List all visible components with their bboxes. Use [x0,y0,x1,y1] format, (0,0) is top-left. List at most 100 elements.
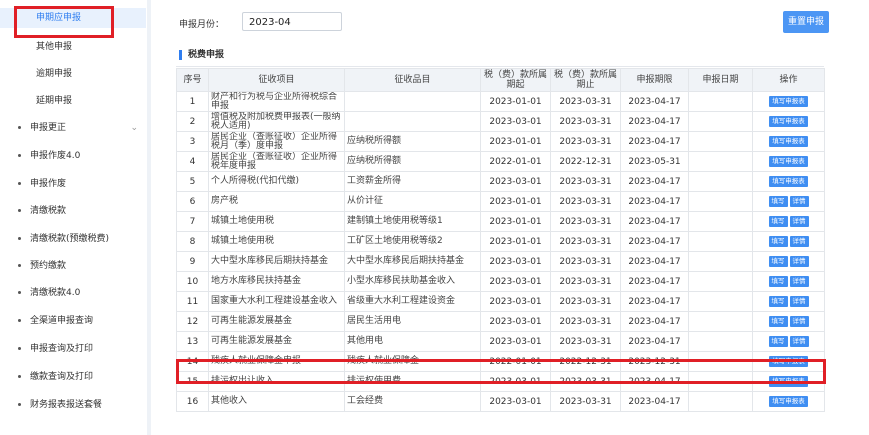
cell-date [688,131,753,152]
cell-end: 2023-03-31 [550,171,621,192]
fill-declaration-button[interactable]: 填写申报表 [769,136,808,147]
cell-date [688,311,753,332]
cell-date [688,191,753,212]
fill-declaration-button[interactable]: 填写申报表 [769,96,808,107]
cell-name: 从价计征 [344,191,481,212]
cell-item: 地方水库移民扶持基金 [208,271,345,292]
sidebar-item[interactable]: 逾期申报 [0,64,146,84]
sidebar-item[interactable]: 缴款查询及打印 [0,367,146,387]
sidebar-item[interactable]: 申报作废 [0,174,146,194]
table-row: 5 个人所得税(代扣代缴) 工资薪金所得 2023-03-01 2023-03-31 20… [176,171,825,192]
table-row: 12 可再生能源发展基金 居民生活用电 2023-03-01 2023-03-31 202… [176,311,825,332]
cell-ops: 填写申报表 [752,91,825,112]
cell-end: 2023-03-31 [550,231,621,252]
sidebar-item-label: 清缴税款(预缴税费) [30,234,110,244]
cell-name: 工会经费 [344,391,481,412]
detail-button[interactable]: 详情 [789,236,809,247]
sidebar-item[interactable]: 清缴税款(预缴税费) [0,229,146,249]
cell-name [344,91,481,112]
detail-button[interactable]: 详情 [789,296,809,307]
detail-button[interactable]: 详情 [789,276,809,287]
chevron-down-icon[interactable]: ⌄ [130,118,138,138]
cell-ops: 填写 详情 [752,311,825,332]
sidebar-item[interactable]: 申报查询及打印 [0,339,146,359]
sidebar-item[interactable]: 延期申报 [0,91,146,111]
table-row: 6 房产税 从价计征 2023-01-01 2023-03-31 2023-04-17 填写… [176,191,825,212]
fill-button[interactable]: 填写 [768,216,788,227]
cell-date [688,331,753,352]
cell-ops: 填写申报表 [752,111,825,132]
sidebar-scrollbar[interactable] [147,0,151,435]
sidebar-item-label: 申报查询及打印 [30,344,94,354]
detail-button[interactable]: 详情 [789,336,809,347]
cell-ops: 填写申报表 [752,151,825,172]
cell-start: 2022-01-01 [480,151,551,172]
table-row: 10 地方水库移民扶持基金 小型水库移民扶助基金收入 2023-03-01 2023-0… [176,271,825,292]
period-input[interactable]: 2023-04 [242,12,342,31]
fill-button[interactable]: 填写 [768,296,788,307]
sidebar-item[interactable]: 申报更正 ⌄ [0,118,146,138]
cell-start: 2023-01-01 [480,91,551,112]
cell-ops: 填写 详情 [752,251,825,272]
cell-start: 2023-01-01 [480,191,551,212]
fill-declaration-button[interactable]: 填写申报表 [769,156,808,167]
cell-start: 2023-03-01 [480,391,551,412]
cell-item: 国家重大水利工程建设基金收入 [208,291,345,312]
cell-start: 2023-03-01 [480,111,551,132]
sidebar-item-label: 其他申报 [36,42,73,52]
sidebar-item[interactable]: 清缴税款4.0 [0,283,146,303]
fill-declaration-button[interactable]: 填写申报表 [769,116,808,127]
sidebar-item-label: 申报作废4.0 [30,151,81,161]
fill-declaration-button[interactable]: 填写申报表 [769,176,808,187]
sidebar-item[interactable]: 申报作废4.0 [0,146,146,166]
cell-deadline: 2023-04-17 [620,91,689,112]
cell-ops: 填写申报表 [752,131,825,152]
cell-name: 应纳税所得额 [344,151,481,172]
table-row: 8 城镇土地使用税 工矿区土地使用税等级2 2023-01-01 2023-03-31 2… [176,231,825,252]
cell-seq: 12 [176,311,209,332]
section-title: 税费申报 [179,50,224,60]
col-header-deadline: 申报期限 [620,68,689,92]
sidebar-item-label: 清缴税款 [30,206,67,216]
fill-button[interactable]: 填写 [768,316,788,327]
cell-deadline: 2023-04-17 [620,291,689,312]
table-row: 13 可再生能源发展基金 其他用电 2023-03-01 2023-03-31 2023-… [176,331,825,352]
sidebar-item[interactable]: 预约缴款 [0,256,146,276]
fill-button[interactable]: 填写 [768,196,788,207]
cell-deadline: 2023-04-17 [620,391,689,412]
fill-button[interactable]: 填写 [768,276,788,287]
fill-button[interactable]: 填写 [768,256,788,267]
cell-item: 其他收入 [208,391,345,412]
sidebar-item[interactable]: 全渠道申报查询 [0,311,146,331]
sidebar-item[interactable]: 财务报表报送套餐 [0,395,146,415]
detail-button[interactable]: 详情 [789,216,809,227]
sidebar-item[interactable]: 清缴税款 [0,201,146,221]
cell-seq: 4 [176,151,209,172]
fill-button[interactable]: 填写 [768,336,788,347]
cell-item: 可再生能源发展基金 [208,311,345,332]
sidebar-item-label: 全渠道申报查询 [30,316,94,326]
cell-item: 可再生能源发展基金 [208,331,345,352]
detail-button[interactable]: 详情 [789,316,809,327]
detail-button[interactable]: 详情 [789,196,809,207]
cell-start: 2023-03-01 [480,271,551,292]
cell-deadline: 2023-04-17 [620,111,689,132]
sidebar-item-label: 财务报表报送套餐 [30,400,103,410]
col-header-ops: 操作 [752,68,825,92]
cell-ops: 填写 详情 [752,211,825,232]
sidebar-item[interactable]: 其他申报 [0,37,146,57]
fill-declaration-button[interactable]: 填写申报表 [769,396,808,407]
cell-item: 城镇土地使用税 [208,231,345,252]
detail-button[interactable]: 详情 [789,256,809,267]
cell-deadline: 2023-04-17 [620,231,689,252]
table-row: 11 国家重大水利工程建设基金收入 省级重大水利工程建设资金 2023-03-01 20… [176,291,825,312]
fill-button[interactable]: 填写 [768,236,788,247]
highlight-box-row-14 [176,359,826,384]
cell-end: 2023-03-31 [550,211,621,232]
cell-end: 2023-03-31 [550,271,621,292]
cell-seq: 8 [176,231,209,252]
cell-name [344,111,481,132]
cell-date [688,391,753,412]
cell-date [688,231,753,252]
reset-declaration-button[interactable]: 重置申报 [783,11,829,33]
